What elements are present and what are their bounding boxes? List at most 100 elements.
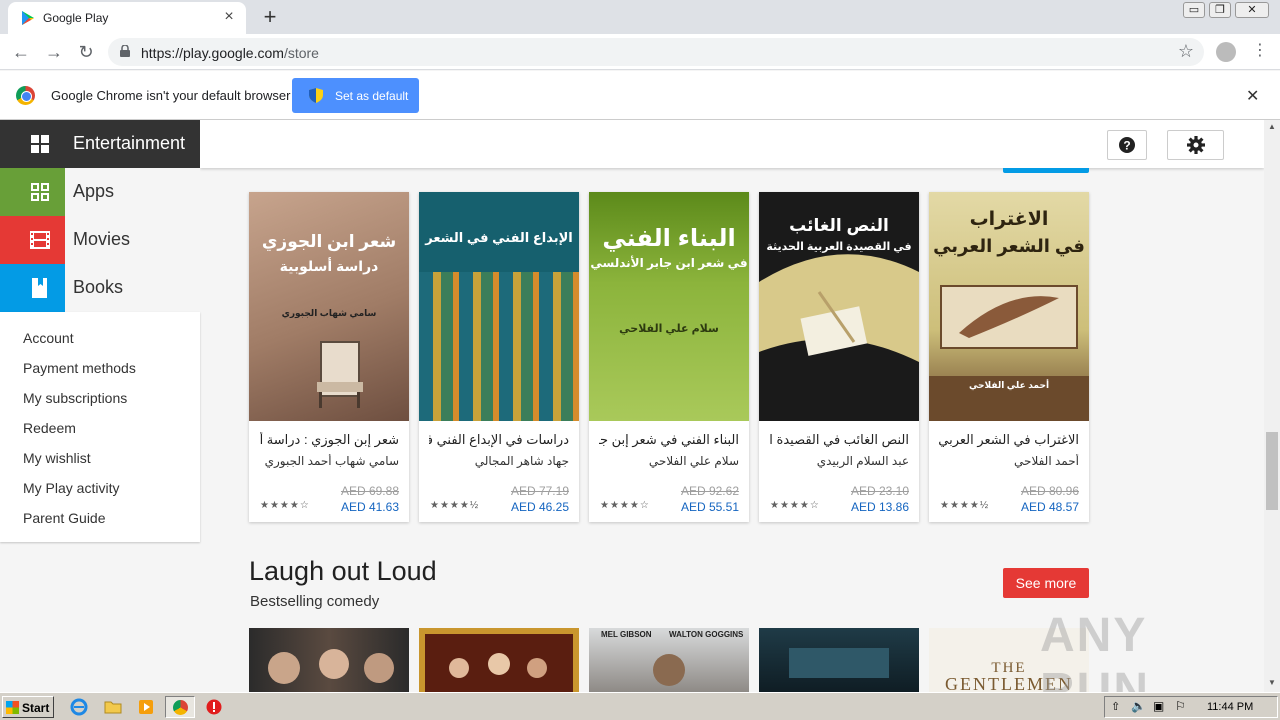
windows-logo-icon: [6, 701, 19, 714]
sidebar-item-books[interactable]: Books: [0, 264, 200, 312]
movie-poster[interactable]: [419, 628, 579, 692]
windows-taskbar: Start ⇧ 🔈 ▣ ⚐ 11:44 PM: [0, 692, 1280, 720]
movie-poster[interactable]: MEL GIBSON WALTON GOGGINS: [589, 628, 749, 692]
start-label: Start: [22, 701, 50, 715]
redeem-link[interactable]: Redeem: [23, 420, 76, 436]
sidebar-item-entertainment[interactable]: Entertainment: [0, 120, 200, 168]
book-author: سلام علي الفلاحي: [648, 454, 739, 468]
section-title[interactable]: Laugh out Loud: [249, 556, 437, 587]
page-scrollbar[interactable]: ▲ ▼: [1264, 120, 1280, 692]
account-menu: Account Payment methods My subscriptions…: [0, 312, 200, 542]
chair-illustration: [317, 341, 363, 408]
star-rating: ★★★★½: [430, 500, 480, 511]
sale-price[interactable]: AED 55.51: [681, 500, 739, 514]
cover-author: أحمد علي الفلاحي: [968, 380, 1050, 390]
back-icon[interactable]: ←: [9, 40, 33, 64]
volume-icon[interactable]: 🔈: [1131, 699, 1146, 713]
book-card[interactable]: الإبداع الفني في الشعر دراسات في الإبداع…: [419, 192, 579, 522]
see-more-button-partial[interactable]: [1003, 168, 1089, 173]
sale-price[interactable]: AED 41.63: [341, 500, 399, 514]
book-card[interactable]: شعر ابن الجوزي دراسة أسلوبية سامي شهاب ا…: [249, 192, 409, 522]
book-author: جهاد شاهر المجالي: [474, 454, 569, 468]
star-rating: ★★★★☆: [260, 500, 310, 511]
book-cover: البناء الفني في شعر ابن جابر الأندلسي سل…: [589, 192, 749, 421]
clock[interactable]: 11:44 PM: [1207, 701, 1253, 713]
book-title: دراسات في الإبداع الفني في الشعر: [429, 432, 569, 447]
sale-price[interactable]: AED 48.57: [1021, 500, 1079, 514]
url-host: https://play.google.com: [141, 45, 284, 61]
quill-illustration: [929, 285, 1089, 421]
payment-methods-link[interactable]: Payment methods: [23, 360, 136, 376]
original-price: AED 23.10: [850, 484, 909, 498]
browser-tab[interactable]: Google Play ×: [8, 2, 246, 34]
cover-title: شعر ابن الجوزي: [261, 232, 397, 251]
sale-price[interactable]: AED 46.25: [511, 500, 569, 514]
cover-title: البناء الفني: [602, 225, 736, 252]
uac-shield-icon: [309, 88, 323, 103]
profile-avatar-icon[interactable]: [1216, 42, 1236, 62]
address-bar[interactable]: https://play.google.com/store ☆: [108, 38, 1204, 66]
book-card[interactable]: النص الغائب في القصيدة العربية الحديثة ا…: [759, 192, 919, 522]
book-card[interactable]: الاغتراب في الشعر العربي أحمد علي الفلاح…: [929, 192, 1089, 522]
book-cover: شعر ابن الجوزي دراسة أسلوبية سامي شهاب ا…: [249, 192, 409, 421]
subscriptions-link[interactable]: My subscriptions: [23, 390, 127, 406]
play-activity-link[interactable]: My Play activity: [23, 480, 119, 496]
cover-subtitle: في شعر ابن جابر الأندلسي: [590, 256, 748, 270]
forward-icon[interactable]: →: [42, 40, 66, 64]
poster-art: [425, 634, 573, 692]
internet-explorer-icon[interactable]: [70, 698, 88, 716]
book-card[interactable]: البناء الفني في شعر ابن جابر الأندلسي سل…: [589, 192, 749, 522]
bookmark-icon: [0, 264, 65, 312]
tab-strip: Google Play × + ▭ ❐ ✕: [0, 0, 1280, 34]
new-tab-button[interactable]: +: [258, 4, 282, 30]
help-icon: ?: [1119, 137, 1135, 153]
star-rating: ★★★★☆: [600, 500, 650, 511]
reload-icon[interactable]: ↻: [74, 40, 98, 64]
scrollbar-thumb[interactable]: [1266, 432, 1278, 510]
network-icon[interactable]: ▣: [1153, 699, 1164, 713]
tab-title: Google Play: [43, 11, 109, 25]
see-more-button[interactable]: See more: [1003, 568, 1089, 598]
minimize-button[interactable]: ▭: [1183, 2, 1205, 18]
action-center-flag-icon[interactable]: ⚐: [1175, 699, 1186, 713]
taskbar-chrome-button[interactable]: [165, 696, 195, 718]
browser-toolbar: ← → ↻ https://play.google.com/store ☆ ⋮: [0, 34, 1280, 70]
gear-icon: [1187, 136, 1205, 154]
chrome-icon: [173, 700, 188, 715]
wishlist-link[interactable]: My wishlist: [23, 450, 91, 466]
scroll-up-arrow-icon[interactable]: ▲: [1268, 122, 1276, 131]
chrome-logo-icon: [16, 86, 35, 105]
menu-dots-icon[interactable]: ⋮: [1252, 40, 1268, 60]
restore-button[interactable]: ❐: [1209, 2, 1231, 18]
tab-close-icon[interactable]: ×: [220, 8, 238, 26]
parent-guide-link[interactable]: Parent Guide: [23, 510, 106, 526]
cover-title: النص الغائب: [789, 216, 889, 235]
start-button[interactable]: Start: [2, 696, 54, 718]
sale-price[interactable]: AED 13.86: [851, 500, 909, 514]
google-play-icon: [22, 11, 34, 25]
cover-author: سامي شهاب الجبوري: [281, 308, 377, 318]
opera-icon[interactable]: [205, 698, 223, 716]
movie-poster[interactable]: [249, 628, 409, 692]
settings-button[interactable]: [1167, 130, 1224, 160]
folder-icon[interactable]: [104, 698, 122, 716]
tray-expand-icon[interactable]: ⇧: [1111, 700, 1120, 713]
play-store-page: ? Entertainment Apps Movies Books Accoun…: [0, 120, 1264, 692]
book-title: البناء الفني في شعر إبن جابر الأندلسي: [599, 432, 739, 447]
close-window-button[interactable]: ✕: [1235, 2, 1269, 18]
movie-poster[interactable]: [759, 628, 919, 692]
sidebar-item-apps[interactable]: Apps: [0, 168, 200, 216]
infobar-close-icon[interactable]: ✕: [1246, 86, 1259, 106]
account-link[interactable]: Account: [23, 330, 74, 346]
set-as-default-label: Set as default: [335, 89, 409, 103]
sidebar-item-movies[interactable]: Movies: [0, 216, 200, 264]
scroll-down-arrow-icon[interactable]: ▼: [1268, 678, 1276, 687]
poster-art: [789, 648, 889, 678]
url-text: https://play.google.com/store: [141, 45, 319, 61]
set-as-default-button[interactable]: Set as default: [292, 78, 419, 113]
book-title: شعر إبن الجوزي : دراسة أسلوبية: [259, 432, 399, 447]
bookmark-star-icon[interactable]: ☆: [1178, 41, 1194, 62]
sidebar-item-label: Books: [73, 277, 124, 297]
help-button[interactable]: ?: [1107, 130, 1147, 160]
media-player-icon[interactable]: [137, 698, 155, 716]
